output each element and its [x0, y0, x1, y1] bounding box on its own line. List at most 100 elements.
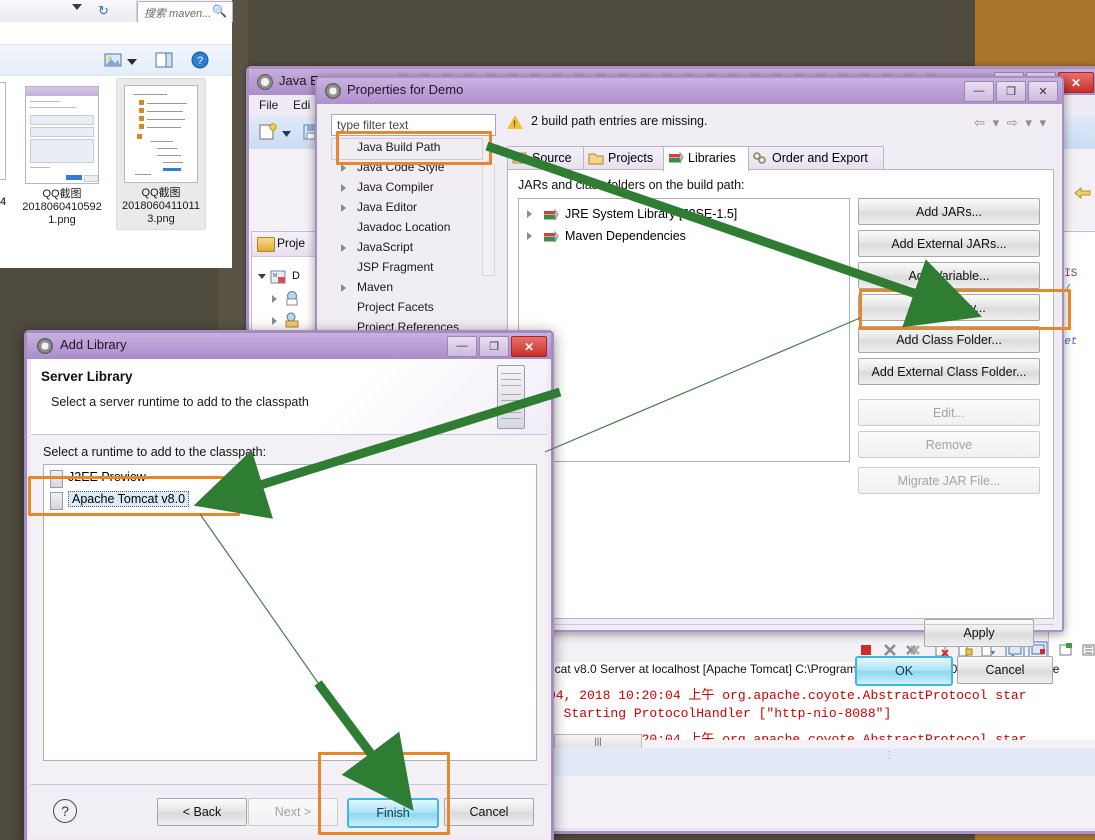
expand-arrow-icon[interactable] [341, 244, 346, 252]
preview-pane-icon[interactable] [154, 51, 176, 71]
expand-arrow-icon[interactable] [272, 317, 277, 325]
expand-arrow-icon[interactable] [341, 164, 346, 172]
maximize-button[interactable]: ❐ [479, 336, 509, 357]
resize-grip-icon[interactable]: ⋮ [884, 751, 894, 761]
tree-scrollbar[interactable] [482, 164, 495, 276]
explorer-search-box[interactable]: 搜索 maven... 🔍 [137, 1, 233, 23]
expand-arrow-icon[interactable] [527, 232, 532, 240]
expand-arrow-icon[interactable] [341, 284, 346, 292]
view-mode-icon[interactable] [103, 51, 125, 71]
expand-arrow-icon[interactable] [527, 210, 532, 218]
add-external-class-folder-button[interactable]: Add External Class Folder... [858, 358, 1040, 385]
list-item[interactable]: QQ截图 2018060410592 1.png [18, 80, 106, 230]
tab-libraries[interactable]: Libraries [663, 146, 749, 172]
dialog-title: Add Library [60, 337, 127, 352]
server-icon [50, 492, 63, 510]
runtime-list[interactable]: J2EE Preview Apache Tomcat v8.0 [43, 464, 537, 761]
expand-arrow-icon[interactable] [258, 274, 266, 279]
console-horizontal-scrollbar[interactable]: ||| [554, 734, 642, 749]
filter-input[interactable]: type filter text [331, 114, 496, 136]
tab-label: Source [532, 151, 572, 165]
button-label: Cancel [985, 663, 1025, 677]
cancel-button[interactable]: Cancel [957, 656, 1053, 684]
properties-window-controls: — ❐ ✕ [964, 81, 1058, 102]
jar-list[interactable]: JRE System Library [J2SE-1.5] Maven Depe… [518, 198, 850, 462]
chevron-down-icon[interactable]: ▾ [993, 115, 1002, 130]
add-library-dialog: Add Library — ❐ ✕ Server Library Select … [24, 330, 554, 840]
list-item-label: 3.png [147, 213, 175, 225]
remove-button[interactable]: Remove [858, 431, 1040, 458]
cancel-button[interactable]: Cancel [444, 798, 534, 826]
back-button[interactable]: < Back [157, 798, 247, 826]
list-item[interactable]: QQ截图 2018060411011 3.png [116, 78, 206, 230]
eclipse-logo-icon [257, 74, 273, 90]
minimize-button[interactable]: — [447, 336, 477, 357]
list-item-label: QQ截图 [141, 187, 181, 199]
console-menu-icon[interactable] [1081, 642, 1095, 658]
tree-item-jsp-fragment[interactable]: JSP Fragment [331, 258, 494, 278]
tree-item-java-code-style[interactable]: Java Code Style [331, 158, 494, 178]
dialog-title: Properties for Demo [347, 82, 464, 97]
console-toolbar [600, 638, 1095, 662]
minimize-button[interactable]: — [964, 81, 994, 102]
tab-source[interactable]: Source [507, 146, 585, 171]
chevron-down-icon[interactable] [126, 55, 148, 75]
tab-label: Proje [277, 236, 306, 250]
tree-item-project-facets[interactable]: Project Facets [331, 298, 494, 318]
button-label: Migrate JAR File... [897, 473, 1001, 488]
tab-label: Projects [608, 151, 654, 165]
tree-item-java-build-path[interactable]: Java Build Path [331, 138, 494, 160]
editor-toolbar-icon[interactable] [1072, 183, 1094, 206]
properties-title-bar: Properties for Demo — ❐ ✕ [317, 78, 1062, 104]
button-label: OK [894, 664, 914, 678]
menu-item-file[interactable]: File [259, 98, 278, 112]
add-external-jars-button[interactable]: Add External JARs... [858, 230, 1040, 257]
chevron-down-icon[interactable]: ▾ [1025, 115, 1034, 130]
new-wizard-icon[interactable] [257, 122, 279, 145]
add-variable-button[interactable]: Add Variable... [858, 262, 1040, 289]
migrate-jar-file-button[interactable]: Migrate JAR File... [858, 467, 1040, 494]
list-item-partial-label: 4 [0, 196, 7, 208]
add-library-button[interactable]: Add Library... [858, 294, 1040, 321]
tree-item-label: Javadoc Location [357, 220, 451, 234]
add-class-folder-button[interactable]: Add Class Folder... [858, 326, 1040, 353]
new-console-icon[interactable] [1058, 642, 1074, 658]
chevron-down-icon[interactable] [281, 127, 292, 141]
warning-triangle-icon [507, 115, 523, 129]
close-button[interactable]: ✕ [511, 336, 547, 357]
tree-item-javascript[interactable]: JavaScript [331, 238, 494, 258]
tree-item-java-editor[interactable]: Java Editor [331, 198, 494, 218]
finish-button[interactable]: Finish [347, 798, 439, 828]
navigation-arrows[interactable]: ⇦ ▾ ⇨ ▾ ▾ [974, 115, 1048, 131]
expand-arrow-icon[interactable] [341, 204, 346, 212]
chevron-down-icon[interactable] [72, 4, 82, 10]
tab-order-and-export[interactable]: Order and Export [747, 146, 884, 171]
add-jars-button[interactable]: Add JARs... [858, 198, 1040, 225]
explorer-address-bar[interactable]: ↻ [0, 0, 137, 22]
tree-item-java-compiler[interactable]: Java Compiler [331, 178, 494, 198]
explorer-file-list: 4 QQ截图 2018060410592 1.png QQ截图 20180604… [0, 76, 232, 268]
edit-button[interactable]: Edit... [858, 399, 1040, 426]
close-button[interactable]: ✕ [1028, 81, 1058, 102]
maximize-button[interactable]: ❐ [996, 81, 1026, 102]
arrow-left-icon[interactable]: ⇦ [974, 115, 987, 130]
menu-item-edit[interactable]: Edi [293, 98, 310, 112]
console-log-line: : Starting ProtocolHandler ["http-nio-80… [548, 706, 892, 721]
view-menu-icon[interactable]: ▾ [1039, 115, 1048, 130]
next-button[interactable]: Next > [248, 798, 338, 826]
arrow-right-icon[interactable]: ⇨ [1007, 115, 1020, 130]
wizard-title: Server Library [41, 369, 133, 384]
tree-item-javadoc-location[interactable]: Javadoc Location [331, 218, 494, 238]
search-input[interactable]: 搜索 maven... [144, 5, 211, 21]
help-icon[interactable]: ? [190, 51, 212, 71]
tab-projects[interactable]: Projects [583, 146, 665, 171]
ok-button[interactable]: OK [855, 656, 953, 686]
expand-arrow-icon[interactable] [341, 184, 346, 192]
expand-arrow-icon[interactable] [272, 295, 277, 303]
tree-item-label: Maven [357, 280, 394, 294]
order-export-icon [752, 151, 768, 165]
question-mark-icon[interactable]: ? [53, 799, 77, 823]
tree-item-maven[interactable]: Maven [331, 278, 494, 298]
tree-item-label: Java Editor [357, 200, 418, 214]
refresh-icon[interactable]: ↻ [98, 3, 116, 19]
